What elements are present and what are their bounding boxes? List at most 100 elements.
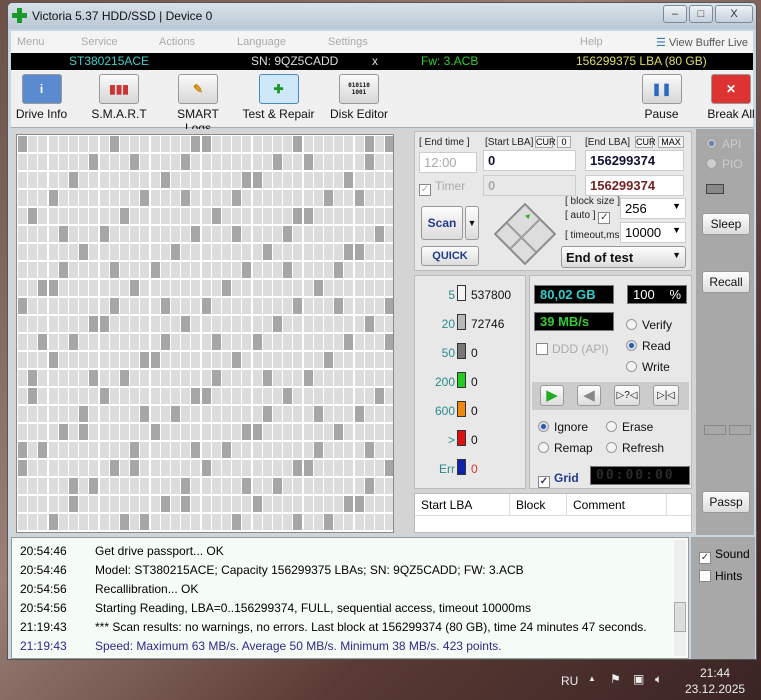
scan-block bbox=[201, 352, 211, 368]
break-all-button[interactable]: ✕ Break All bbox=[706, 74, 756, 121]
scan-block bbox=[313, 460, 323, 476]
scan-block bbox=[79, 370, 89, 386]
column-start-lba[interactable]: Start LBA bbox=[415, 494, 510, 515]
scan-block bbox=[89, 460, 99, 476]
scrollbar-thumb[interactable] bbox=[674, 602, 686, 632]
scan-block bbox=[211, 514, 221, 530]
scan-block bbox=[171, 352, 180, 368]
scan-block bbox=[324, 262, 333, 278]
scan-block bbox=[109, 388, 119, 404]
volume-icon[interactable]: 🔈︎ bbox=[655, 672, 662, 687]
start-zero-button[interactable]: 0 bbox=[557, 136, 571, 148]
end-action-select[interactable]: End of test ▼ bbox=[561, 246, 686, 268]
end-max-button[interactable]: MAX bbox=[658, 136, 684, 148]
ignore-radio[interactable]: Ignore bbox=[538, 420, 588, 434]
scan-block bbox=[160, 388, 170, 404]
scan-block bbox=[171, 208, 180, 224]
clock-date[interactable]: 23.12.2025 bbox=[685, 682, 745, 696]
scan-block bbox=[262, 388, 272, 404]
timeout-select[interactable]: 10000 ▼ bbox=[620, 222, 686, 243]
scan-block bbox=[334, 316, 344, 332]
log-time: 20:54:56 bbox=[20, 601, 67, 615]
flag-icon[interactable]: ⚑ bbox=[610, 672, 621, 686]
smart-logs-button[interactable]: ✎ SMART Logs bbox=[163, 74, 233, 135]
log-scrollbar[interactable] bbox=[674, 540, 686, 656]
sound-checkbox[interactable]: ✓ Sound bbox=[699, 547, 750, 564]
api-radio[interactable]: API bbox=[706, 137, 741, 151]
refresh-radio[interactable]: Refresh bbox=[606, 441, 664, 455]
log-time: 21:19:43 bbox=[20, 620, 67, 634]
scan-block bbox=[303, 334, 313, 350]
menu-service[interactable]: Service bbox=[81, 36, 118, 48]
start-cur-button[interactable]: CUR bbox=[535, 136, 556, 148]
maximize-button[interactable]: □ bbox=[689, 5, 713, 23]
column-block[interactable]: Block bbox=[510, 494, 567, 515]
scan-block bbox=[89, 136, 99, 152]
scan-block bbox=[314, 532, 323, 533]
scan-button[interactable]: Scan bbox=[421, 206, 463, 240]
pio-radio[interactable]: PIO bbox=[706, 157, 743, 171]
info-icon: i bbox=[21, 74, 62, 104]
scan-block bbox=[273, 424, 282, 440]
disk-editor-button[interactable]: 010110 1001 Disk Editor bbox=[329, 74, 389, 121]
menu-language[interactable]: Language bbox=[237, 36, 286, 48]
view-buffer-live[interactable]: ☰ View Buffer Live bbox=[656, 36, 748, 49]
scan-dropdown-button[interactable]: ▼ bbox=[465, 206, 479, 240]
menu-settings[interactable]: Settings bbox=[328, 36, 368, 48]
end-cur-button[interactable]: CUR bbox=[635, 136, 656, 148]
scan-block bbox=[211, 370, 221, 386]
grid-checkbox[interactable]: ✓ Grid bbox=[538, 471, 579, 488]
recall-button[interactable]: Recall bbox=[702, 271, 750, 293]
butterfly-icon[interactable]: ▷|◁ bbox=[653, 385, 679, 406]
hints-checkbox[interactable]: Hints bbox=[699, 569, 742, 583]
pause-button[interactable]: ❚❚ Pause bbox=[639, 74, 684, 121]
close-button[interactable]: X bbox=[715, 5, 753, 23]
log-time: 20:54:46 bbox=[20, 563, 67, 577]
timer-value-input[interactable]: 0 bbox=[483, 175, 576, 196]
menu-menu[interactable]: Menu bbox=[17, 36, 45, 48]
elapsed-clock: 00:00:00 bbox=[590, 466, 690, 485]
scan-block bbox=[385, 478, 393, 494]
close-drive-button[interactable]: x bbox=[372, 54, 378, 68]
scan-block bbox=[58, 352, 68, 368]
sleep-button[interactable]: Sleep bbox=[702, 213, 750, 235]
play-forward-icon[interactable]: ▶ bbox=[540, 385, 564, 406]
language-indicator[interactable]: RU bbox=[561, 674, 578, 688]
scan-block bbox=[354, 370, 364, 386]
block-size-select[interactable]: 256 ▼ bbox=[620, 198, 686, 219]
remap-radio[interactable]: Remap bbox=[538, 441, 593, 455]
scan-block bbox=[375, 190, 384, 206]
random-seek-icon[interactable]: ▷?◁ bbox=[614, 385, 640, 406]
clock-time[interactable]: 21:44 bbox=[700, 666, 730, 680]
menu-help[interactable]: Help bbox=[580, 36, 603, 48]
start-lba-input[interactable]: 0 bbox=[483, 150, 576, 171]
test-repair-button[interactable]: ✚ Test & Repair bbox=[241, 74, 316, 121]
menu-actions[interactable]: Actions bbox=[159, 36, 195, 48]
network-icon[interactable]: ▣ bbox=[633, 672, 644, 686]
quick-button[interactable]: QUICK bbox=[421, 246, 479, 266]
end-lba-input[interactable]: 156299374 bbox=[585, 150, 684, 171]
play-backward-icon[interactable]: ◀ bbox=[577, 385, 601, 406]
scan-block bbox=[283, 370, 293, 386]
verify-radio[interactable]: Verify bbox=[626, 318, 672, 332]
read-radio[interactable]: Read bbox=[626, 339, 671, 353]
scan-block bbox=[120, 514, 129, 530]
ddd-api-checkbox[interactable]: DDD (API) bbox=[536, 342, 609, 356]
show-hidden-icons[interactable]: ▲ bbox=[588, 674, 596, 683]
scan-block bbox=[232, 244, 242, 260]
scan-block bbox=[324, 370, 333, 386]
write-radio[interactable]: Write bbox=[626, 360, 670, 374]
scan-block bbox=[303, 208, 313, 224]
timer-checkbox[interactable]: ✓ Timer bbox=[419, 179, 465, 196]
scan-block bbox=[293, 442, 303, 458]
scan-block bbox=[201, 280, 211, 296]
column-comment[interactable]: Comment bbox=[567, 494, 667, 515]
end-time-input[interactable]: 12:00 bbox=[419, 152, 477, 173]
smart-button[interactable]: ▮▮▮ S.M.A.R.T bbox=[89, 74, 149, 121]
scan-block bbox=[201, 460, 211, 476]
drive-info-button[interactable]: i Drive Info bbox=[14, 74, 69, 121]
erase-radio[interactable]: Erase bbox=[606, 420, 653, 434]
passport-button[interactable]: Passp bbox=[702, 491, 750, 513]
auto-checkbox[interactable]: ✓ bbox=[598, 212, 611, 224]
minimize-button[interactable]: – bbox=[663, 5, 687, 23]
